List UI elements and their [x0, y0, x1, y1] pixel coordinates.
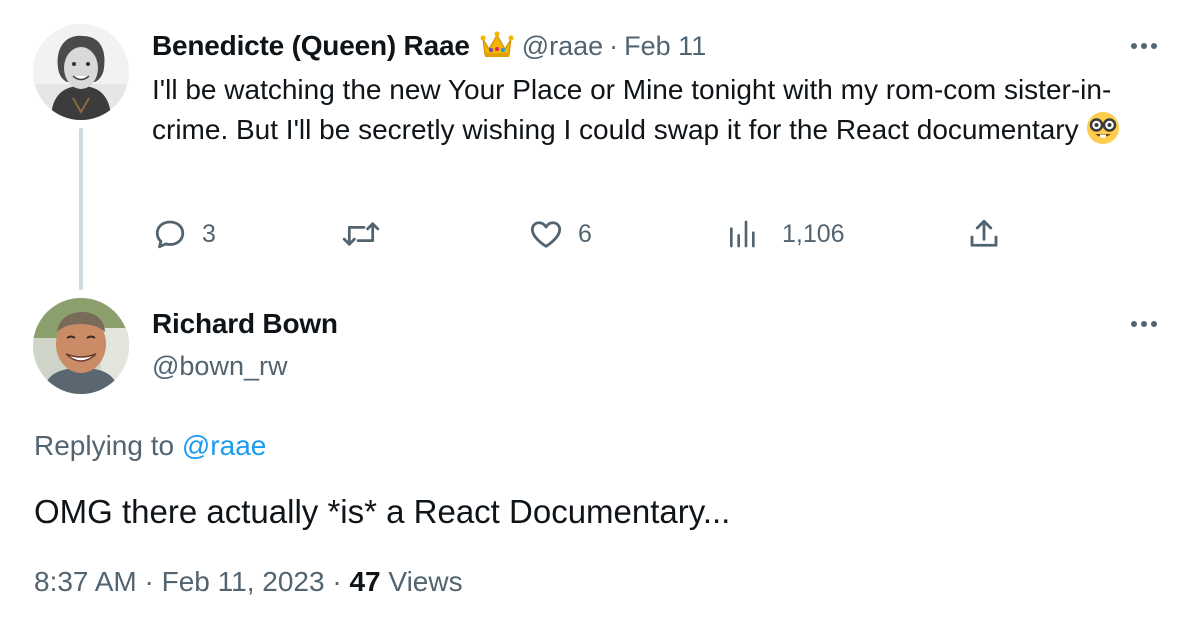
- analytics-icon: [730, 220, 755, 248]
- views-count: 1,106: [782, 219, 845, 248]
- tweet1-text-content: I'll be watching the new Your Place or M…: [152, 74, 1112, 145]
- nerd-face-emoji-icon: [1085, 110, 1121, 157]
- reply-button[interactable]: 3: [152, 214, 216, 254]
- tweet2-meta-separator: ·: [144, 566, 154, 597]
- views-button[interactable]: 1,106: [726, 214, 845, 254]
- avatar-benedicte[interactable]: [33, 24, 129, 120]
- reply-count: 3: [202, 219, 216, 248]
- tweet1-author-name[interactable]: Benedicte (Queen) Raae: [152, 30, 470, 62]
- replying-to-label: Replying to: [34, 430, 175, 461]
- tweet2-handle[interactable]: @bown_rw: [152, 348, 287, 384]
- avatar-image-richard: [33, 298, 129, 394]
- tweet2-meta-separator-2: ·: [332, 566, 342, 597]
- avatar-richard[interactable]: [33, 298, 129, 394]
- tweet1-action-bar: 3 6 1,106: [152, 214, 1012, 254]
- tweet2-author-name[interactable]: Richard Bown: [152, 306, 338, 342]
- tweet2-meta: 8:37 AM · Feb 11, 2023 · 47 Views: [34, 564, 463, 600]
- tweet1-handle[interactable]: @raae: [522, 31, 603, 62]
- thread-connector-line: [79, 128, 83, 290]
- tweet2-views-count[interactable]: 47: [349, 566, 380, 597]
- tweet1-text: I'll be watching the new Your Place or M…: [152, 70, 1142, 157]
- avatar-image-benedicte: [33, 24, 129, 120]
- share-icon: [970, 219, 998, 247]
- tweet2-text: OMG there actually *is* a React Document…: [34, 493, 731, 530]
- more-dots-icon: [1131, 321, 1157, 327]
- tweet1-header: Benedicte (Queen) Raae @raae · Feb 11: [152, 28, 706, 64]
- tweet2-date[interactable]: Feb 11, 2023: [162, 566, 325, 597]
- tweet2-views-label: Views: [388, 566, 463, 597]
- retweet-button[interactable]: [342, 214, 394, 254]
- more-dots-icon: [1131, 43, 1157, 49]
- replying-to-line: Replying to @raae: [34, 428, 266, 464]
- tweet2-time[interactable]: 8:37 AM: [34, 566, 137, 597]
- tweet1-more-button[interactable]: [1124, 34, 1164, 58]
- like-count: 6: [578, 219, 592, 248]
- share-button[interactable]: [966, 214, 1002, 254]
- tweet1-date[interactable]: Feb 11: [624, 31, 706, 62]
- replying-to-handle-link[interactable]: @raae: [182, 430, 266, 461]
- tweet2-more-button[interactable]: [1124, 312, 1164, 336]
- crown-emoji-icon: [480, 29, 514, 64]
- heart-icon: [530, 221, 562, 248]
- tweet1-separator: ·: [609, 30, 619, 61]
- retweet-icon: [342, 222, 380, 246]
- like-button[interactable]: 6: [528, 214, 592, 254]
- reply-icon: [155, 220, 185, 249]
